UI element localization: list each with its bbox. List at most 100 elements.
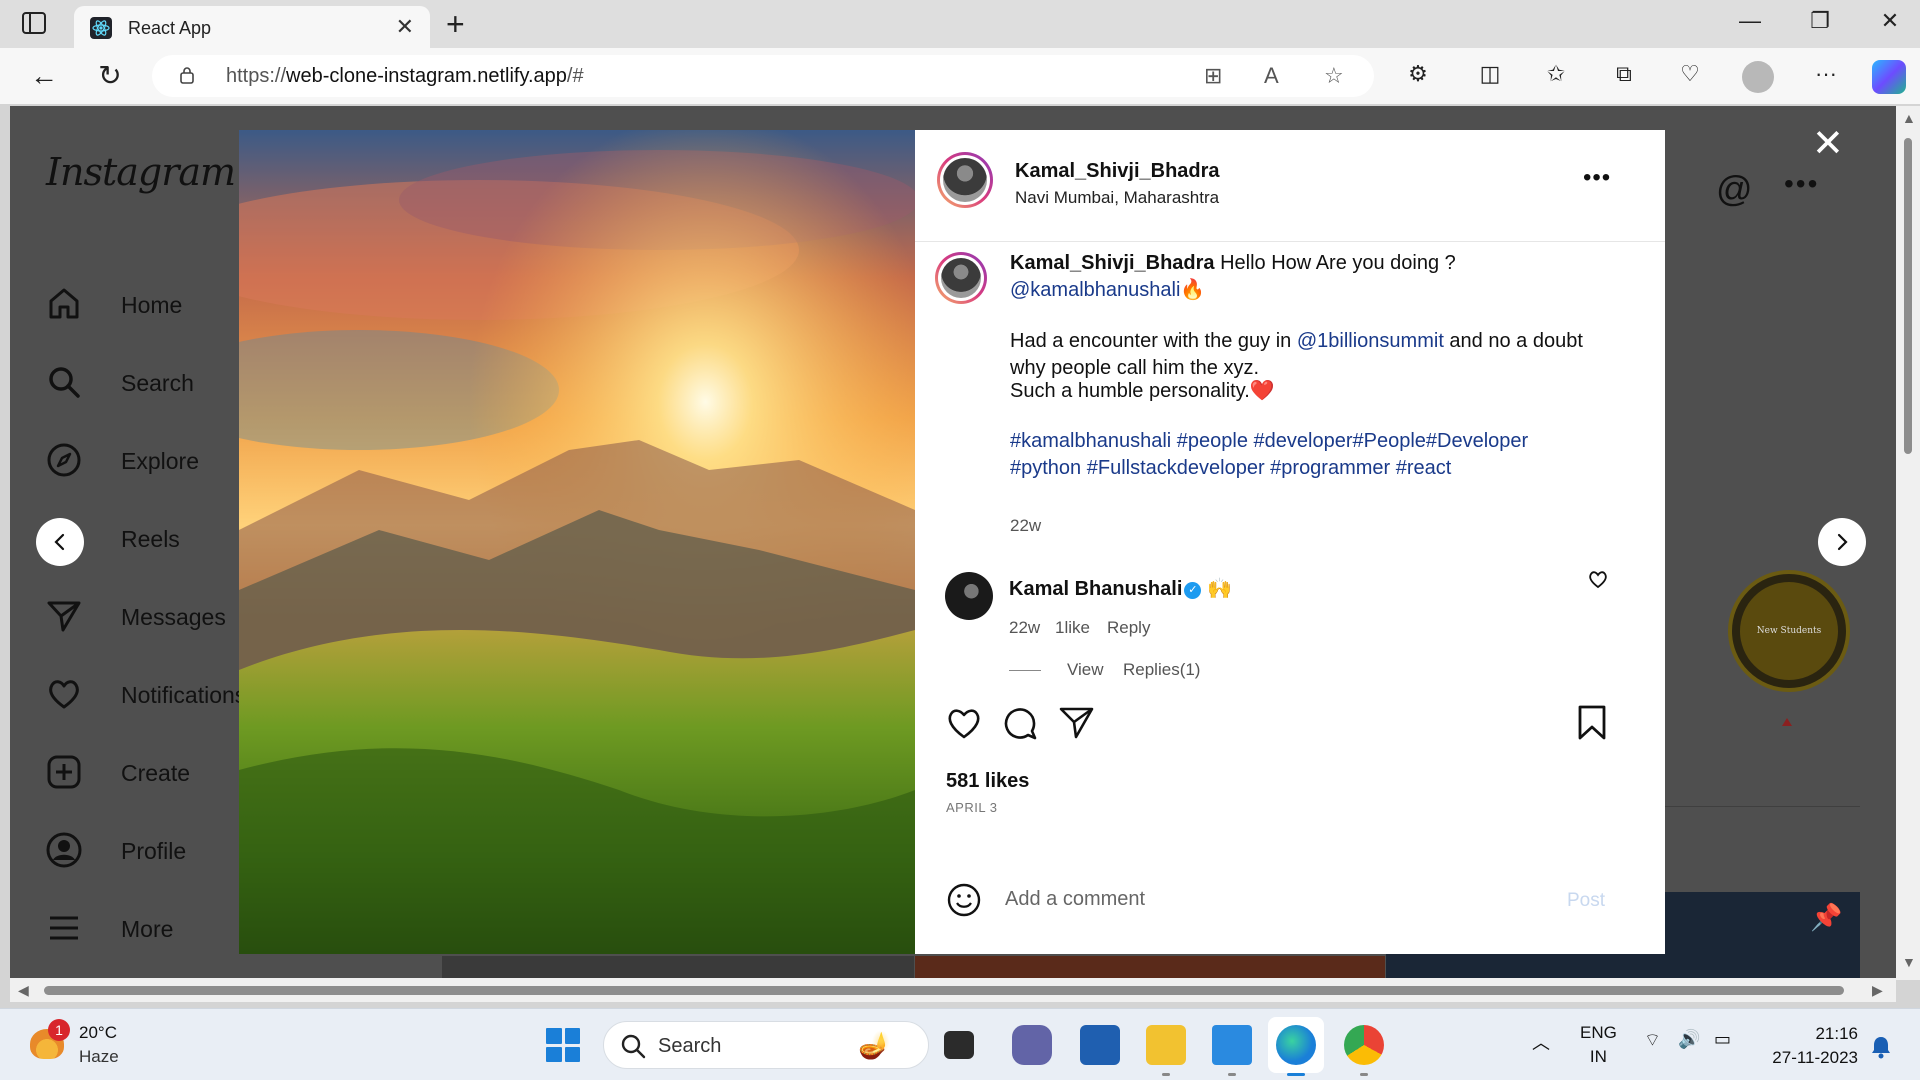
- extensions-icon[interactable]: ⚙: [1402, 61, 1434, 87]
- threads-icon[interactable]: @: [1716, 168, 1753, 210]
- lock-icon: [180, 67, 194, 84]
- view-replies-button[interactable]: View: [1067, 660, 1104, 680]
- volume-icon[interactable]: 🔊: [1678, 1029, 1700, 1050]
- weather-description[interactable]: Haze: [79, 1047, 119, 1067]
- story-highlight[interactable]: New Students: [1728, 570, 1850, 692]
- modal-close-icon[interactable]: ✕: [1812, 125, 1844, 163]
- active-indicator: [1287, 1073, 1305, 1076]
- author-avatar[interactable]: [937, 152, 993, 208]
- taskbar-search[interactable]: Search 🪔: [603, 1021, 929, 1069]
- start-button[interactable]: [546, 1028, 580, 1062]
- address-bar: ← ↻ https://web-clone-instagram.netlify.…: [0, 48, 1920, 104]
- horizontal-scroll-thumb[interactable]: [44, 986, 1844, 995]
- caption-second-block: Had a encounter with the guy in @1billio…: [1010, 330, 1583, 379]
- url-field[interactable]: https://web-clone-instagram.netlify.app/…: [152, 55, 1374, 97]
- vertical-scroll-thumb[interactable]: [1904, 138, 1912, 454]
- file-explorer-icon[interactable]: [1146, 1025, 1186, 1065]
- vertical-scrollbar[interactable]: ▲ ▼: [1896, 106, 1920, 980]
- post-comment-button[interactable]: Post: [1567, 890, 1605, 912]
- chevron-right-icon: [1837, 533, 1848, 551]
- scroll-up-icon[interactable]: ▲: [1902, 110, 1916, 126]
- edge-icon[interactable]: [1276, 1025, 1316, 1065]
- instagram-logo[interactable]: Instagram: [46, 150, 236, 194]
- comment-author[interactable]: Kamal Bhanushali ✓ 🙌: [1009, 576, 1232, 601]
- grid-thumbnail[interactable]: [915, 956, 1385, 978]
- bookmark-icon[interactable]: [1575, 704, 1609, 742]
- caption-avatar[interactable]: [935, 252, 987, 304]
- react-favicon-icon: [90, 17, 112, 39]
- new-tab-button[interactable]: +: [446, 6, 465, 42]
- collections-icon[interactable]: ⧉: [1608, 61, 1640, 87]
- windows-taskbar: 1 20°C Haze Search 🪔 ︿ ENG IN ⌔ 🔊 ▭ 21:16…: [0, 1008, 1920, 1080]
- heart-emoji: ❤️: [1249, 380, 1275, 402]
- post-options-icon[interactable]: •••: [1583, 164, 1611, 192]
- hashtags-line[interactable]: #python #Fullstackdeveloper #programmer …: [1010, 457, 1451, 479]
- grid-thumbnail[interactable]: [442, 956, 914, 978]
- close-window-icon[interactable]: ✕: [1870, 8, 1910, 34]
- caption-author[interactable]: Kamal_Shivji_Bhadra: [1010, 252, 1215, 274]
- compass-icon: [47, 443, 81, 477]
- microsoft-store-icon[interactable]: [1080, 1025, 1120, 1065]
- caption-time: 22w: [1010, 516, 1042, 535]
- show-hidden-icons[interactable]: ︿: [1532, 1029, 1550, 1055]
- post-location[interactable]: Navi Mumbai, Maharashtra: [1015, 188, 1219, 208]
- tab-actions-icon[interactable]: [22, 12, 46, 34]
- replies-count[interactable]: Replies(1): [1123, 660, 1200, 680]
- notification-bell-icon[interactable]: [1870, 1035, 1892, 1059]
- split-screen-icon[interactable]: ◫: [1474, 61, 1506, 87]
- battery-icon[interactable]: ▭: [1714, 1029, 1731, 1050]
- browser-essentials-icon[interactable]: ♡: [1674, 61, 1706, 87]
- tab-close-icon[interactable]: ✕: [396, 14, 414, 40]
- emoji-picker-icon[interactable]: [946, 882, 982, 918]
- teams-chat-icon[interactable]: [1012, 1025, 1052, 1065]
- post-username[interactable]: Kamal_Shivji_Bhadra: [1015, 160, 1220, 183]
- caption-mention[interactable]: @kamalbhanushali: [1010, 279, 1180, 301]
- task-view-icon[interactable]: [944, 1031, 974, 1059]
- weather-temperature[interactable]: 20°C: [79, 1023, 117, 1043]
- wifi-icon[interactable]: ⌔: [1644, 1029, 1661, 1052]
- settings-more-icon[interactable]: ···: [1810, 61, 1842, 87]
- comment-reply-button[interactable]: Reply: [1107, 618, 1150, 638]
- read-aloud-icon[interactable]: A: [1264, 63, 1279, 89]
- app-available-icon[interactable]: ⊞: [1204, 63, 1222, 89]
- comment-icon[interactable]: [1001, 704, 1039, 742]
- search-icon: [49, 367, 80, 398]
- favorite-star-icon[interactable]: ☆: [1324, 63, 1344, 89]
- browser-profile-avatar[interactable]: [1742, 61, 1774, 93]
- caption-hashtags: #kamalbhanushali #people #developer#Peop…: [1010, 428, 1610, 482]
- vscode-icon[interactable]: [1212, 1025, 1252, 1065]
- sidebar-label: Search: [121, 370, 194, 396]
- active-tab[interactable]: React App ✕: [74, 6, 430, 48]
- favorites-icon[interactable]: ✩: [1540, 61, 1572, 87]
- raised-hands-emoji: 🙌: [1206, 578, 1232, 600]
- chevron-left-icon: [54, 533, 65, 551]
- horizontal-scrollbar[interactable]: ◀ ▶: [10, 978, 1896, 1002]
- scroll-down-icon[interactable]: ▼: [1902, 954, 1916, 970]
- scroll-left-icon[interactable]: ◀: [18, 982, 29, 999]
- language-indicator[interactable]: ENG IN: [1580, 1021, 1617, 1069]
- share-icon[interactable]: [1058, 704, 1096, 742]
- scroll-right-icon[interactable]: ▶: [1872, 982, 1883, 999]
- chrome-icon[interactable]: [1344, 1025, 1384, 1065]
- next-post-button[interactable]: [1818, 518, 1866, 566]
- refresh-icon[interactable]: ↻: [92, 60, 128, 92]
- copilot-icon[interactable]: [1872, 60, 1906, 94]
- sidebar-label: Messages: [121, 604, 226, 630]
- minimize-icon[interactable]: —: [1730, 8, 1770, 34]
- add-comment-input[interactable]: Add a comment: [1005, 888, 1145, 911]
- prev-post-button[interactable]: [36, 518, 84, 566]
- commenter-avatar[interactable]: [945, 572, 993, 620]
- likes-count[interactable]: 581 likes: [946, 770, 1029, 793]
- like-icon[interactable]: [945, 704, 983, 742]
- post-image: [239, 130, 915, 954]
- system-clock[interactable]: 21:16 27-11-2023: [1764, 1022, 1858, 1070]
- comment-like-icon[interactable]: [1587, 568, 1609, 590]
- more-options-icon[interactable]: •••: [1784, 168, 1819, 200]
- replies-divider: [1009, 670, 1041, 671]
- comment-likes[interactable]: 1like: [1055, 618, 1090, 638]
- restore-icon[interactable]: ❐: [1800, 8, 1840, 34]
- hashtags-line[interactable]: #kamalbhanushali #people #developer#Peop…: [1010, 430, 1528, 452]
- back-icon[interactable]: ←: [26, 60, 62, 92]
- caption-mention[interactable]: @1billionsummit: [1297, 330, 1444, 352]
- send-icon: [47, 601, 81, 632]
